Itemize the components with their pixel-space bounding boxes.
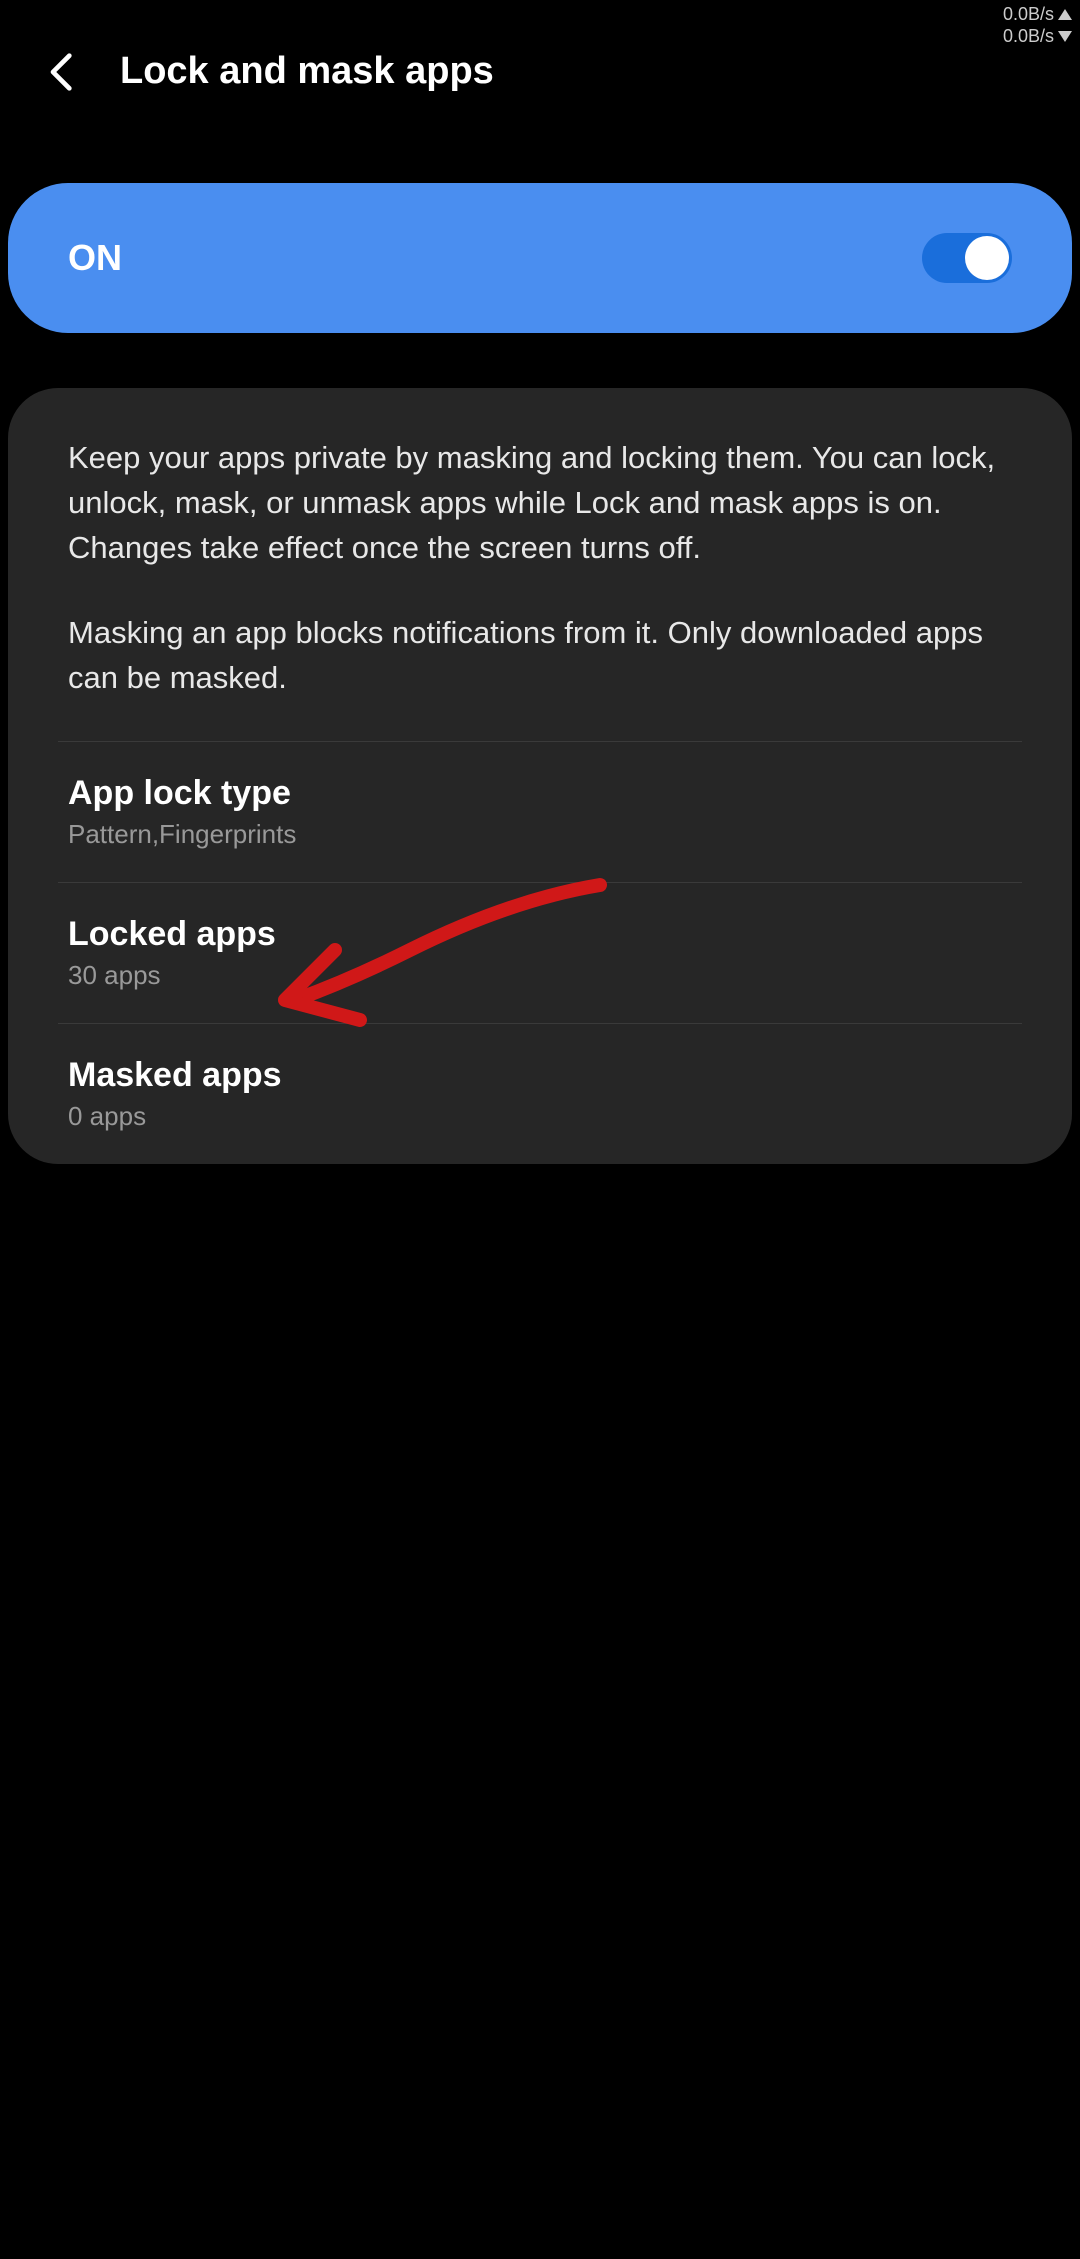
setting-title: App lock type bbox=[68, 774, 1012, 813]
chevron-left-icon bbox=[46, 51, 74, 93]
setting-locked-apps[interactable]: Locked apps 30 apps bbox=[8, 883, 1072, 1023]
upload-icon bbox=[1058, 9, 1072, 20]
setting-title: Masked apps bbox=[68, 1056, 1012, 1095]
description-paragraph-2: Masking an app blocks notifications from… bbox=[68, 611, 1012, 701]
setting-subtitle: 30 apps bbox=[68, 960, 1012, 991]
upload-speed: 0.0B/s bbox=[1003, 4, 1054, 26]
setting-app-lock-type[interactable]: App lock type Pattern,Fingerprints bbox=[8, 742, 1072, 882]
download-speed: 0.0B/s bbox=[1003, 26, 1054, 48]
download-icon bbox=[1058, 31, 1072, 42]
description-text: Keep your apps private by masking and lo… bbox=[8, 388, 1072, 741]
settings-card: Keep your apps private by masking and lo… bbox=[8, 388, 1072, 1164]
setting-subtitle: Pattern,Fingerprints bbox=[68, 819, 1012, 850]
back-button[interactable] bbox=[40, 52, 80, 92]
page-title: Lock and mask apps bbox=[120, 50, 494, 93]
main-toggle-card[interactable]: ON bbox=[8, 183, 1072, 333]
toggle-label: ON bbox=[68, 237, 122, 279]
toggle-thumb bbox=[965, 236, 1009, 280]
description-paragraph-1: Keep your apps private by masking and lo… bbox=[68, 436, 1012, 571]
setting-masked-apps[interactable]: Masked apps 0 apps bbox=[8, 1024, 1072, 1164]
setting-title: Locked apps bbox=[68, 915, 1012, 954]
header: Lock and mask apps bbox=[0, 0, 1080, 123]
setting-subtitle: 0 apps bbox=[68, 1101, 1012, 1132]
toggle-switch[interactable] bbox=[922, 233, 1012, 283]
status-bar: 0.0B/s 0.0B/s bbox=[1003, 4, 1072, 47]
